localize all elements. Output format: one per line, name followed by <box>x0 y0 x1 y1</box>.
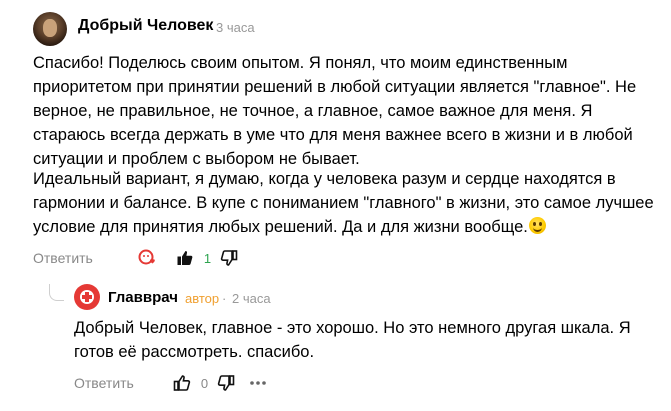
like-count: 1 <box>203 250 212 266</box>
comment-time: 3 часа <box>216 20 255 35</box>
avatar[interactable] <box>33 12 67 46</box>
reply-time: 2 часа <box>232 291 271 306</box>
reply-button[interactable]: Ответить <box>74 375 134 391</box>
like-count: 0 <box>200 375 209 391</box>
like-icon[interactable] <box>172 373 192 393</box>
more-options-icon[interactable] <box>248 373 268 393</box>
reply-actions: Ответить 0 <box>74 372 268 394</box>
comment-actions: Ответить 1 <box>33 247 239 269</box>
like-icon[interactable] <box>175 248 195 268</box>
comment-paragraph-2-text: Идеальный вариант, я думаю, когда у чело… <box>33 170 654 236</box>
dislike-icon[interactable] <box>216 373 236 393</box>
smile-emoji-icon <box>528 217 546 234</box>
author-badge: автор <box>185 291 220 306</box>
reply-author[interactable]: Главврач <box>108 289 178 306</box>
comment-paragraph-1: Спасибо! Поделюсь своим опытом. Я понял,… <box>33 54 637 168</box>
comment-author[interactable]: Добрый Человек <box>78 17 213 35</box>
reply-button[interactable]: Ответить <box>33 250 93 266</box>
medical-cross-icon <box>80 290 94 304</box>
comment-paragraph-2: Идеальный вариант, я думаю, когда у чело… <box>33 167 658 239</box>
reply-text: Добрый Человек, главное - это хорошо. Но… <box>74 319 631 361</box>
avatar-face <box>43 19 57 37</box>
reaction-add-icon[interactable] <box>137 248 157 268</box>
reply-avatar[interactable] <box>74 284 100 310</box>
thread-connector <box>49 284 64 301</box>
meta-separator: · <box>222 291 227 306</box>
dislike-icon[interactable] <box>219 248 239 268</box>
